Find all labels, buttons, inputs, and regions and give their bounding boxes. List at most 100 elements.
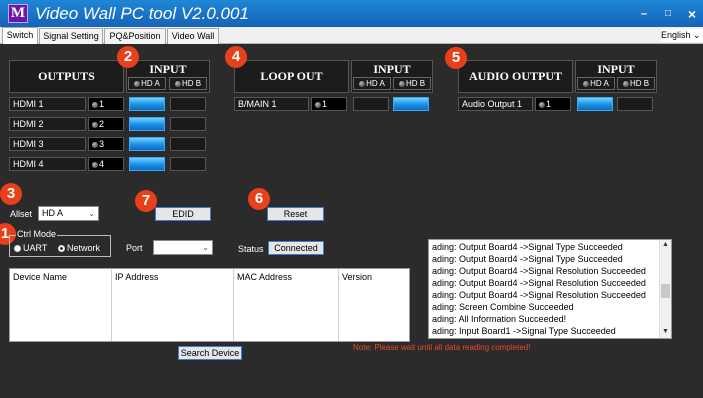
hd-b-label: HD B	[181, 79, 202, 88]
title-bar: M Video Wall PC tool V2.0.001 – □ ×	[0, 0, 703, 27]
scroll-up-icon[interactable]: ▲	[662, 241, 669, 248]
chevron-down-icon: ⌄	[693, 30, 701, 40]
radio-selected-icon	[58, 245, 65, 252]
audio-output-value: 1	[546, 99, 552, 109]
hd-a-label: HD A	[366, 79, 385, 88]
route-cell-hd-b[interactable]	[617, 97, 653, 111]
output-select[interactable]: 3	[88, 137, 124, 151]
output-value: 4	[99, 159, 105, 169]
log-line: ading: Output Board4 ->Signal Type Succe…	[432, 254, 623, 264]
audio-hd-a-button[interactable]: HD A	[577, 77, 615, 90]
indicator-icon	[398, 81, 405, 87]
log-line: ading: Output Board4 ->Signal Resolution…	[432, 290, 646, 300]
search-device-button[interactable]: Search Device	[178, 346, 242, 360]
indicator-icon	[92, 122, 98, 128]
route-cell-hd-b[interactable]	[170, 157, 206, 171]
loop-out-title: LOOP OUT	[260, 69, 323, 83]
allset-value: HD A	[42, 208, 64, 218]
status-label: Status	[238, 244, 264, 254]
route-cell-hd-a[interactable]	[129, 157, 165, 171]
route-cell-hd-a[interactable]	[577, 97, 613, 111]
tab-switch[interactable]: Switch	[2, 27, 38, 44]
route-cell-hd-a[interactable]	[129, 97, 165, 111]
route-cell-hd-b[interactable]	[170, 137, 206, 151]
status-value: Connected	[268, 241, 324, 255]
output-value: 1	[99, 99, 105, 109]
callout-badge-3: 3	[0, 183, 22, 205]
column-mac-address[interactable]: MAC Address	[237, 272, 292, 282]
chevron-down-icon: ⌄	[202, 243, 209, 252]
port-select[interactable]: ⌄	[153, 240, 213, 255]
uart-radio[interactable]: UART	[14, 243, 47, 253]
callout-badge-4: 4	[225, 46, 247, 68]
indicator-icon	[583, 81, 590, 87]
route-cell-hd-b[interactable]	[170, 117, 206, 131]
port-label: Port	[126, 243, 143, 253]
route-cell-hd-a[interactable]	[353, 97, 389, 111]
loop-out-hd-a-button[interactable]: HD A	[353, 77, 391, 90]
column-divider	[111, 269, 112, 341]
scroll-thumb[interactable]	[661, 284, 670, 298]
language-select[interactable]: English ⌄	[661, 29, 703, 42]
log-list[interactable]: ading: Output Board4 ->Signal Type Succe…	[428, 239, 672, 339]
log-line: ading: Output Board4 ->Signal Resolution…	[432, 278, 646, 288]
column-version[interactable]: Version	[342, 272, 372, 282]
indicator-icon	[92, 162, 98, 168]
device-table[interactable]: Device Name IP Address MAC Address Versi…	[9, 268, 410, 342]
output-select[interactable]: 2	[88, 117, 124, 131]
outputs-hd-b-button[interactable]: HD B	[169, 77, 207, 90]
tab-video-wall[interactable]: Video Wall	[167, 28, 219, 44]
log-line: ading: Screen Combine Succeeded	[432, 302, 574, 312]
callout-badge-5: 5	[445, 47, 467, 69]
network-radio[interactable]: Network	[58, 243, 100, 253]
route-cell-hd-b[interactable]	[393, 97, 429, 111]
output-row-label: HDMI 4	[9, 157, 86, 171]
language-value: English	[661, 30, 691, 40]
audio-output-row-label: Audio Output 1	[458, 97, 533, 111]
route-cell-hd-a[interactable]	[129, 137, 165, 151]
app-logo-icon: M	[8, 4, 28, 23]
allset-label: Allset	[10, 209, 33, 219]
indicator-icon	[539, 102, 545, 108]
output-value: 3	[99, 139, 105, 149]
audio-hd-b-button[interactable]: HD B	[617, 77, 655, 90]
output-select[interactable]: 4	[88, 157, 124, 171]
minimize-button[interactable]: –	[636, 7, 652, 21]
outputs-hd-a-button[interactable]: HD A	[128, 77, 166, 90]
callout-badge-2: 2	[117, 46, 139, 68]
outputs-input-title: INPUT	[149, 62, 187, 76]
app-title: Video Wall PC tool V2.0.001	[35, 4, 249, 23]
column-divider	[338, 269, 339, 341]
log-line: ading: Input Board1 ->Signal Type Succee…	[432, 326, 616, 336]
edid-button[interactable]: EDID	[155, 207, 211, 221]
route-cell-hd-b[interactable]	[170, 97, 206, 111]
route-cell-hd-a[interactable]	[129, 117, 165, 131]
output-select[interactable]: 1	[88, 97, 124, 111]
loop-out-row-label: B/MAIN 1	[234, 97, 309, 111]
log-line: ading: Output Board4 ->Signal Type Succe…	[432, 242, 623, 252]
loop-out-value: 1	[322, 99, 328, 109]
output-row-label: HDMI 3	[9, 137, 86, 151]
loop-out-select[interactable]: 1	[311, 97, 347, 111]
column-ip-address[interactable]: IP Address	[115, 272, 158, 282]
indicator-icon	[134, 81, 141, 87]
scroll-down-icon[interactable]: ▼	[662, 328, 669, 335]
tab-pq-position[interactable]: PQ&Position	[104, 28, 166, 44]
tab-signal-setting[interactable]: Signal Setting	[39, 28, 103, 44]
loop-out-hd-b-button[interactable]: HD B	[393, 77, 431, 90]
maximize-button[interactable]: □	[660, 7, 676, 21]
hd-a-label: HD A	[590, 79, 609, 88]
reset-button[interactable]: Reset	[267, 207, 324, 221]
audio-output-select[interactable]: 1	[535, 97, 571, 111]
log-scrollbar[interactable]: ▲ ▼	[659, 240, 671, 338]
output-value: 2	[99, 119, 105, 129]
audio-output-title: AUDIO OUTPUT	[468, 69, 562, 83]
indicator-icon	[315, 102, 321, 108]
reading-note: Note: Please wait until all data reading…	[353, 343, 531, 352]
column-device-name[interactable]: Device Name	[13, 272, 67, 282]
audio-input-title: INPUT	[597, 62, 635, 76]
indicator-icon	[92, 102, 98, 108]
allset-select[interactable]: HD A ⌄	[38, 206, 99, 221]
hd-b-label: HD B	[629, 79, 650, 88]
close-button[interactable]: ×	[684, 7, 700, 21]
